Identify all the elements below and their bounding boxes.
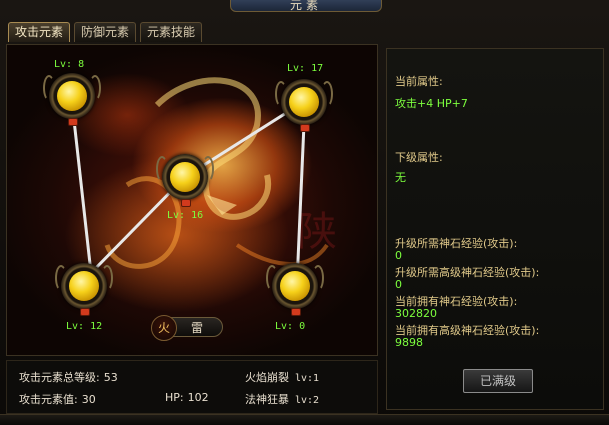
element-stats-bar: 攻击元素总等级: 53 攻击元素值: 30 HP: 102 火焰崩裂 lv:1 法神狂暴… [6, 360, 378, 414]
gold-orb-icon[interactable] [280, 271, 310, 301]
element-node-top-right[interactable] [275, 75, 333, 132]
next-attr-value: 无 [395, 171, 406, 184]
red-gem-icon [181, 199, 191, 207]
element-node-center[interactable] [156, 150, 214, 207]
gold-orb-icon[interactable] [289, 87, 319, 117]
req-high-exp-value: 0 [395, 278, 402, 291]
ornament-icon [321, 81, 333, 107]
red-gem-icon [300, 124, 310, 132]
skill-1-level: lv:1 [295, 373, 320, 384]
ornament-icon [202, 156, 214, 182]
skill-2: 法神狂暴 lv:2 [245, 391, 319, 407]
element-window: 元素 攻击元素 防御元素 元素技能 陕 Lv: 8 Lv: 17 Lv: 16 … [0, 0, 609, 425]
red-gem-icon [68, 118, 78, 126]
node-bottom-right-level: Lv: 0 [275, 321, 306, 332]
total-level-value: 53 [103, 371, 118, 384]
skill-1-name: 火焰崩裂 [245, 371, 289, 384]
ornament-icon [101, 265, 113, 291]
own-exp-value: 302820 [395, 307, 437, 320]
ornament-icon [266, 265, 278, 291]
ornament-icon [55, 265, 67, 291]
window-bottom-edge [0, 414, 609, 425]
req-high-exp-label: 升级所需高级神石经验(攻击): [395, 266, 540, 279]
total-level-label: 攻击元素总等级: [19, 371, 100, 384]
skill-2-name: 法神狂暴 [245, 393, 289, 406]
element-node-bottom-left[interactable] [55, 259, 113, 316]
skill-2-level: lv:2 [295, 395, 320, 406]
element-type-toggle[interactable]: 雷 火 [151, 315, 225, 341]
req-exp-value: 0 [395, 249, 402, 262]
current-attr-value: 攻击+4 HP+7 [395, 97, 468, 110]
next-attr-title: 下级属性: [395, 151, 443, 164]
hp-stat: HP: 102 [165, 391, 209, 404]
gold-orb-icon[interactable] [57, 81, 87, 111]
ornament-icon [89, 75, 101, 101]
element-node-bottom-right[interactable] [266, 259, 324, 316]
window-title: 元素 [230, 0, 382, 12]
element-node-top-left[interactable] [43, 69, 101, 126]
total-level-stat: 攻击元素总等级: 53 [19, 369, 118, 385]
node-center-level: Lv: 16 [167, 210, 204, 221]
max-level-button[interactable]: 已满级 [463, 369, 533, 393]
node-top-right-level: Lv: 17 [287, 63, 324, 74]
req-exp-label: 升级所需神石经验(攻击): [395, 237, 518, 250]
gold-orb-icon[interactable] [170, 162, 200, 192]
node-bottom-left-level: Lv: 12 [66, 321, 103, 332]
element-tree-panel: 陕 Lv: 8 Lv: 17 Lv: 16 Lv: 12 Lv: 0 雷 火 [6, 44, 378, 356]
own-high-exp-value: 9898 [395, 336, 423, 349]
tab-defense-element[interactable]: 防御元素 [74, 22, 137, 42]
element-value-value: 30 [81, 393, 96, 406]
skill-1: 火焰崩裂 lv:1 [245, 369, 319, 385]
tab-element-skills[interactable]: 元素技能 [140, 22, 203, 42]
fire-icon: 火 [151, 315, 177, 341]
tab-bar: 攻击元素 防御元素 元素技能 [8, 22, 203, 44]
ornament-icon [156, 156, 168, 182]
gold-orb-icon[interactable] [69, 271, 99, 301]
hp-label: HP: [165, 391, 184, 404]
ornament-icon [43, 75, 55, 101]
element-value-label: 攻击元素值: [19, 393, 78, 406]
element-value-stat: 攻击元素值: 30 [19, 391, 96, 407]
red-gem-icon [291, 308, 301, 316]
hp-value: 102 [187, 391, 209, 404]
red-gem-icon [80, 308, 90, 316]
attribute-info-panel: 当前属性: 攻击+4 HP+7 下级属性: 无 升级所需神石经验(攻击): 0 … [386, 48, 604, 410]
current-attr-title: 当前属性: [395, 75, 443, 88]
ornament-icon [312, 265, 324, 291]
ornament-icon [275, 81, 287, 107]
svg-text:陕: 陕 [297, 209, 337, 255]
tab-attack-element[interactable]: 攻击元素 [8, 22, 71, 42]
